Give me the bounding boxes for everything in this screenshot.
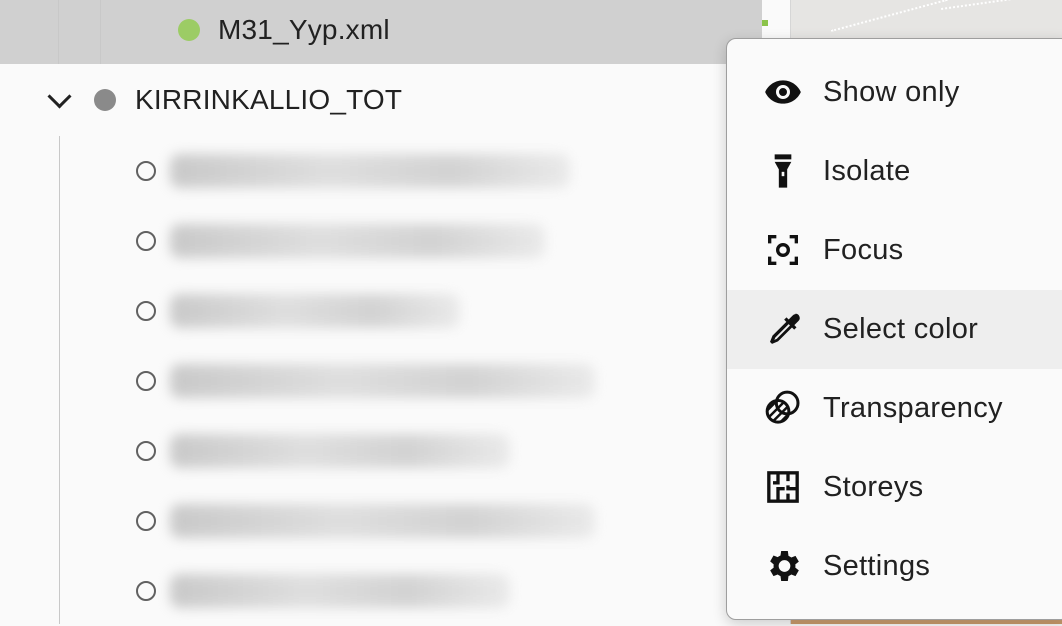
menu-item-label: Transparency (823, 392, 1003, 424)
tree-child-label (170, 504, 595, 538)
eyedropper-icon (770, 313, 800, 344)
menu-item-label: Settings (823, 550, 931, 582)
menu-item-select-color[interactable]: Select color (727, 290, 1062, 369)
visibility-radio[interactable] (136, 301, 156, 321)
visibility-radio[interactable] (136, 441, 156, 461)
menu-item-label: Isolate (823, 155, 911, 187)
tree-child-row[interactable] (0, 556, 762, 626)
menu-item-focus[interactable]: Focus (727, 211, 1062, 290)
tree-child-row[interactable] (0, 346, 762, 416)
tree-guide-line (100, 0, 101, 64)
visibility-radio[interactable] (136, 371, 156, 391)
tree-child-row[interactable] (0, 136, 762, 206)
menu-item-show-only[interactable]: Show only (727, 53, 1062, 132)
transparency-icon (765, 390, 800, 424)
menu-item-label: Select color (823, 313, 979, 345)
tree-child-label (170, 434, 510, 468)
tree-child-label (170, 154, 570, 188)
menu-item-isolate[interactable]: Isolate (727, 132, 1062, 211)
tree-child-row[interactable] (0, 276, 762, 346)
chevron-down-icon[interactable] (47, 84, 72, 109)
tree-child-row[interactable] (0, 486, 762, 556)
status-dot (178, 19, 200, 41)
visibility-radio[interactable] (136, 581, 156, 601)
menu-item-label: Storeys (823, 471, 924, 503)
scroll-indicator (762, 20, 768, 26)
visibility-radio[interactable] (136, 231, 156, 251)
context-menu: Show only Isolate Focus Select color Tra… (726, 38, 1062, 620)
eye-icon (765, 80, 801, 104)
menu-item-storeys[interactable]: Storeys (727, 448, 1062, 527)
menu-item-label: Show only (823, 76, 960, 108)
map-road (831, 0, 948, 32)
tree-item-label: M31_Yyp.xml (218, 14, 390, 45)
focus-icon (768, 235, 798, 265)
gear-icon (770, 551, 799, 581)
flashlight-icon (774, 154, 792, 188)
menu-item-transparency[interactable]: Transparency (727, 369, 1062, 448)
menu-item-label: Focus (823, 234, 904, 266)
tree-group-label: KIRRINKALLIO_TOT (135, 84, 403, 115)
tree-child-label (170, 574, 510, 608)
tree-child-row[interactable] (0, 206, 762, 276)
visibility-radio[interactable] (136, 511, 156, 531)
tree-child-label (170, 224, 545, 258)
map-road (941, 0, 1051, 10)
model-tree-panel: M31_Yyp.xml KIRRINKALLIO_TOT (0, 0, 768, 626)
tree-child-label (170, 294, 460, 328)
visibility-radio[interactable] (136, 161, 156, 181)
tree-child-label (170, 364, 595, 398)
status-dot (94, 89, 116, 111)
tree-item-selected[interactable]: M31_Yyp.xml (0, 0, 762, 64)
floorplan-icon (767, 471, 799, 503)
tree-group-row[interactable]: KIRRINKALLIO_TOT (0, 64, 762, 134)
menu-item-settings[interactable]: Settings (727, 527, 1062, 606)
tree-child-row[interactable] (0, 416, 762, 486)
tree-guide-line (58, 0, 59, 64)
